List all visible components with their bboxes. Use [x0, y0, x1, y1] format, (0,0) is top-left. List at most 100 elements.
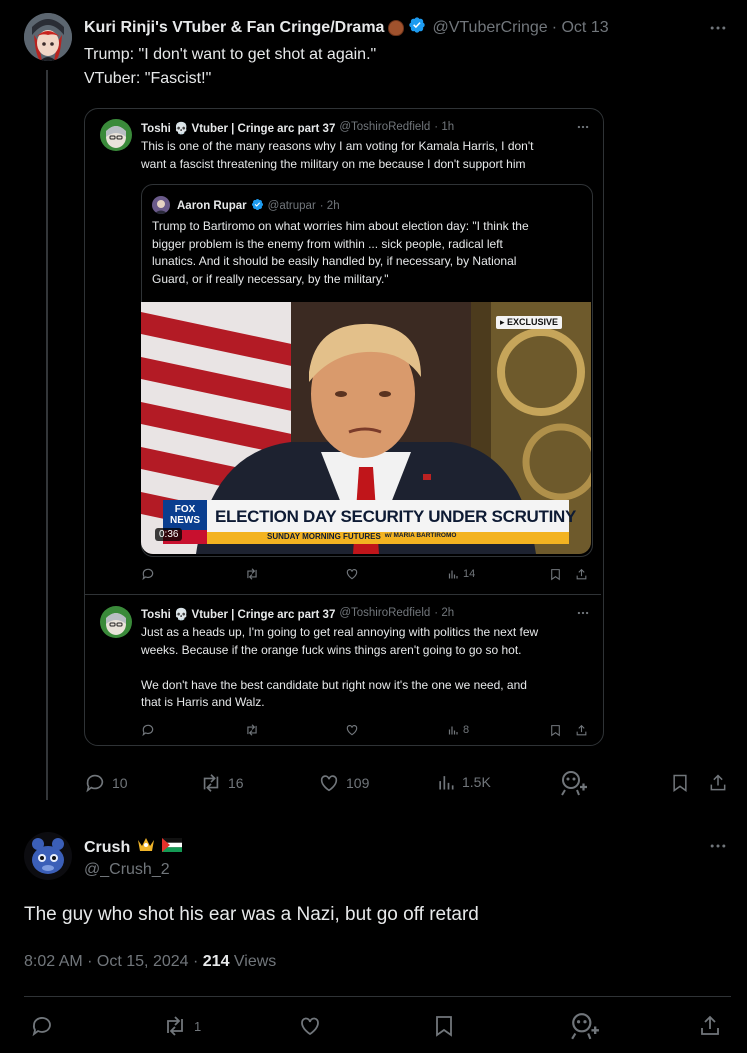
- quote2-author-avatar[interactable]: [100, 606, 132, 638]
- chyron-headline: ELECTION DAY SECURITY UNDER SCRUTINY: [215, 507, 577, 526]
- views-button[interactable]: 1.5K: [436, 772, 491, 792]
- cookie-emoji-icon: [388, 19, 405, 36]
- author-avatar[interactable]: [24, 13, 72, 61]
- repost-count: 16: [228, 775, 244, 791]
- reply-button[interactable]: 10: [84, 772, 128, 794]
- share-button[interactable]: [708, 772, 728, 799]
- reply-display-name[interactable]: Crush: [84, 839, 130, 857]
- views-count: 8: [463, 724, 470, 736]
- video-player[interactable]: ▸ EXCLUSIVE FOX NEWS ELECTION DAY SECURI…: [141, 302, 591, 554]
- exclusive-badge: ▸ EXCLUSIVE: [496, 316, 563, 329]
- quote2-text-line: Just as a heads up, I'm going to get rea…: [141, 625, 539, 639]
- nested-handle[interactable]: @atrupar: [268, 200, 316, 212]
- quote2-text-line: weeks. Because if the orange fuck wins t…: [141, 642, 522, 657]
- views-stat[interactable]: 8: [447, 724, 469, 736]
- like-icon[interactable]: [345, 723, 359, 737]
- reply-count: 10: [112, 775, 128, 791]
- quote2-time[interactable]: · 2h: [434, 607, 454, 621]
- quote-display-name[interactable]: Toshi 💀 Vtuber | Cringe arc part 37: [141, 121, 335, 135]
- quote2-actions: 8: [141, 722, 591, 738]
- grok-icon[interactable]: [560, 770, 588, 801]
- quote-time[interactable]: · 1h: [434, 121, 454, 135]
- like-button[interactable]: [298, 1014, 322, 1043]
- bookmark-icon[interactable]: [549, 568, 562, 581]
- reply-views-label: Views: [229, 953, 277, 970]
- views-stat[interactable]: 14: [447, 568, 475, 580]
- quote2-display-name[interactable]: Toshi 💀 Vtuber | Cringe arc part 37: [141, 607, 335, 621]
- quote-text-line: want a fascist threatening the military …: [141, 156, 526, 171]
- reply-button[interactable]: [30, 1014, 54, 1043]
- share-button[interactable]: [698, 1014, 722, 1043]
- reply-timestamp[interactable]: 8:02 AM · Oct 15, 2024 ·: [24, 953, 203, 970]
- nested-author-avatar[interactable]: [152, 196, 170, 214]
- reply-actions: 1: [24, 1012, 731, 1040]
- quote2-handle[interactable]: @ToshiroRedfield: [339, 607, 430, 621]
- like-icon[interactable]: [345, 567, 359, 581]
- reply-more-icon[interactable]: [708, 836, 728, 861]
- tweet-text-line: VTuber: "Fascist!": [84, 70, 212, 87]
- quote-header: Toshi 💀 Vtuber | Cringe arc part 37 @Tos…: [141, 121, 454, 135]
- analytics-icon: [448, 726, 458, 735]
- like-button[interactable]: 109: [318, 772, 369, 794]
- video-duration: 0:36: [155, 528, 183, 541]
- quote-divider: [85, 594, 601, 595]
- reply-icon[interactable]: [141, 723, 155, 737]
- quote-text: This is one of the many reasons why I am…: [141, 138, 533, 173]
- nested-time[interactable]: · 2h: [320, 200, 340, 212]
- author-header: Kuri Rinji's VTuber & Fan Cringe/Drama @…: [84, 16, 609, 39]
- reply-author-avatar[interactable]: [24, 832, 72, 880]
- quote2-text: Just as a heads up, I'm going to get rea…: [141, 624, 538, 712]
- author-handle[interactable]: @VTuberCringe: [432, 19, 547, 37]
- nested-verified-icon: [251, 198, 264, 214]
- repost-icon[interactable]: [245, 723, 259, 737]
- reply-divider: [24, 996, 731, 997]
- share-icon: [701, 1015, 719, 1035]
- repost-button[interactable]: 16: [200, 772, 244, 794]
- show-name: SUNDAY MORNING FUTURES: [267, 532, 381, 541]
- grok-icon[interactable]: [570, 1012, 600, 1045]
- analytics-icon: [448, 570, 458, 579]
- bookmark-button[interactable]: [670, 772, 690, 799]
- repost-button[interactable]: 1: [162, 1014, 201, 1038]
- share-icon[interactable]: [575, 724, 588, 737]
- reply-icon: [32, 1017, 51, 1037]
- reply-icon[interactable]: [141, 567, 155, 581]
- views-count: 14: [463, 568, 476, 580]
- repost-icon: [167, 1016, 183, 1036]
- quote-author-avatar[interactable]: [100, 119, 132, 151]
- quote-more-icon[interactable]: [576, 120, 590, 139]
- reply-views-count: 214: [202, 953, 230, 970]
- bookmark-button[interactable]: [432, 1014, 456, 1043]
- quote2-header: Toshi 💀 Vtuber | Cringe arc part 37 @Tos…: [141, 607, 454, 621]
- repost-count: 1: [194, 1018, 202, 1034]
- share-icon: [710, 774, 726, 791]
- author-display-name[interactable]: Kuri Rinji's VTuber & Fan Cringe/Drama: [84, 19, 384, 37]
- quote2-text-line: We don't have the best candidate but rig…: [141, 677, 527, 692]
- reply-handle[interactable]: @_Crush_2: [84, 861, 170, 879]
- quote2-more-icon[interactable]: [576, 606, 590, 625]
- quote-handle[interactable]: @ToshiroRedfield: [339, 121, 430, 135]
- nested-text-line: Trump to Bartiromo on what worries him a…: [152, 219, 529, 233]
- tweet-text-line: Trump: "I don't want to get shot at agai…: [84, 46, 377, 63]
- analytics-icon: [439, 776, 454, 790]
- nested-header: Aaron Rupar @atrupar · 2h: [177, 198, 340, 214]
- tweet-date[interactable]: · Oct 13: [552, 19, 609, 37]
- reply-icon: [86, 774, 104, 793]
- verified-badge-icon[interactable]: [408, 16, 426, 39]
- like-icon: [301, 1017, 319, 1036]
- repost-icon[interactable]: [245, 567, 259, 581]
- quote2-text-line: that is Harris and Walz.: [141, 695, 265, 709]
- crown-emoji-icon: [136, 836, 156, 859]
- nested-text: Trump to Bartiromo on what worries him a…: [152, 218, 529, 288]
- like-count: 109: [346, 775, 370, 791]
- bookmark-icon: [436, 1016, 452, 1037]
- more-options-icon[interactable]: [708, 18, 728, 43]
- share-icon[interactable]: [575, 568, 588, 581]
- palestine-flag-icon: [162, 838, 183, 857]
- nested-text-line: Guard, or if really necessary, by the mi…: [152, 271, 389, 286]
- nested-text-line: lunatics. And it should be easily handle…: [152, 254, 517, 268]
- like-icon: [320, 775, 338, 792]
- bookmark-icon[interactable]: [549, 724, 562, 737]
- nested-display-name[interactable]: Aaron Rupar: [177, 200, 247, 212]
- reply-timestamp-row: 8:02 AM · Oct 15, 2024 · 214 Views: [24, 953, 276, 971]
